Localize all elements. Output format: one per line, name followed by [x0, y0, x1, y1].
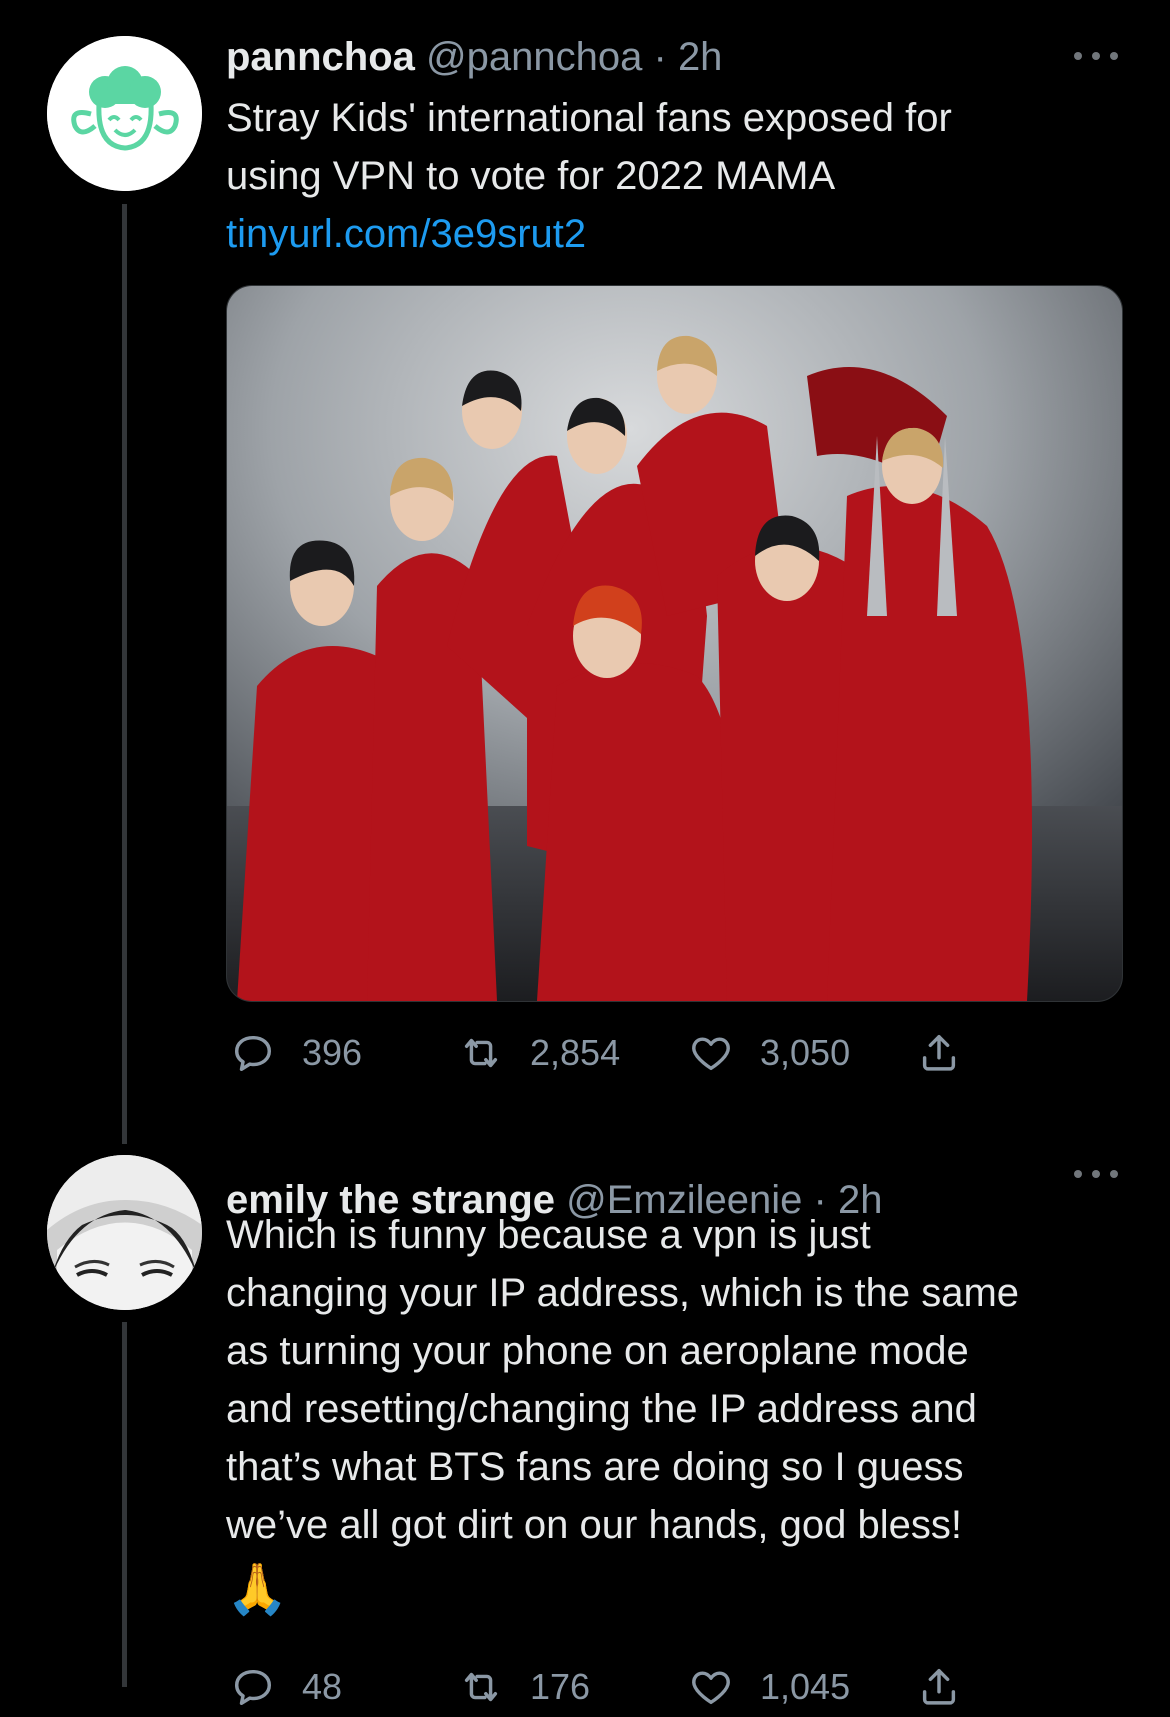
- user-handle[interactable]: @pannchoa: [426, 35, 642, 79]
- reply-count: 48: [302, 1666, 343, 1707]
- tweet-header: pannchoa @pannchoa · 2h: [226, 30, 1110, 84]
- more-options-icon[interactable]: [1074, 1168, 1118, 1180]
- display-name[interactable]: pannchoa: [226, 35, 415, 79]
- tweet-text: Which is funny because a vpn is just cha…: [226, 1206, 1115, 1618]
- share-button[interactable]: [916, 1657, 988, 1717]
- tweet-pannchoa[interactable]: pannchoa @pannchoa · 2h Stray Kids' inte…: [0, 0, 1170, 1150]
- tweet-text-line: we’ve all got dirt on our hands, god ble…: [226, 1503, 962, 1547]
- thread-line: [122, 1322, 127, 1687]
- heart-icon: [692, 1671, 730, 1705]
- like-count: 3,050: [760, 1032, 851, 1073]
- more-options-icon[interactable]: [1074, 50, 1118, 62]
- separator-dot: ·: [653, 35, 667, 79]
- like-button[interactable]: 1,045: [688, 1657, 850, 1717]
- like-count: 1,045: [760, 1666, 851, 1707]
- avatar[interactable]: [47, 1155, 202, 1310]
- retweet-icon: [464, 1038, 498, 1068]
- timestamp[interactable]: 2h: [678, 35, 723, 79]
- reply-icon: [234, 1035, 272, 1072]
- share-icon: [922, 1034, 956, 1071]
- share-button[interactable]: [916, 1023, 988, 1083]
- tweet-link[interactable]: tinyurl.com/3e9srut2: [226, 205, 1115, 263]
- retweet-button[interactable]: 2,854: [458, 1023, 620, 1083]
- thread-line: [122, 204, 127, 1144]
- tweet-text-line: and resetting/changing the IP address an…: [226, 1387, 977, 1431]
- retweet-count: 176: [530, 1666, 591, 1707]
- like-button[interactable]: 3,050: [688, 1023, 850, 1083]
- reply-button[interactable]: 48: [230, 1657, 342, 1717]
- heart-icon: [692, 1037, 730, 1071]
- retweet-count: 2,854: [530, 1032, 621, 1073]
- tweet-text-line: as turning your phone on aeroplane mode: [226, 1329, 969, 1373]
- tweet-text-line: Stray Kids' international fans exposed f…: [226, 96, 952, 140]
- retweet-button[interactable]: 176: [458, 1657, 590, 1717]
- reply-button[interactable]: 396: [230, 1023, 362, 1083]
- tweet-actions: 48 176 1,045: [226, 1657, 986, 1717]
- tweet-text-line: that’s what BTS fans are doing so I gues…: [226, 1445, 964, 1489]
- tweet-text-line: changing your IP address, which is the s…: [226, 1271, 1020, 1315]
- tweet-text-line: Which is funny because a vpn is just: [226, 1213, 871, 1257]
- tweet-media-photo[interactable]: [226, 285, 1123, 1002]
- reply-icon: [234, 1669, 272, 1706]
- sheep-logo-icon: [47, 36, 202, 191]
- reply-count: 396: [302, 1032, 363, 1073]
- praying-hands-emoji: 🙏: [226, 1561, 289, 1617]
- tweet-emzileenie[interactable]: emily the strange @Emzileenie · 2h Which…: [0, 1150, 1170, 1707]
- share-icon: [922, 1668, 956, 1705]
- avatar[interactable]: [47, 36, 202, 191]
- retweet-icon: [464, 1672, 498, 1702]
- user-avatar-photo: [47, 1155, 202, 1310]
- tweet-actions: 396 2,854 3,050: [226, 1023, 986, 1083]
- tweet-text: Stray Kids' international fans exposed f…: [226, 89, 1115, 263]
- group-photo: [227, 286, 1122, 1001]
- tweet-text-line: using VPN to vote for 2022 MAMA: [226, 154, 836, 198]
